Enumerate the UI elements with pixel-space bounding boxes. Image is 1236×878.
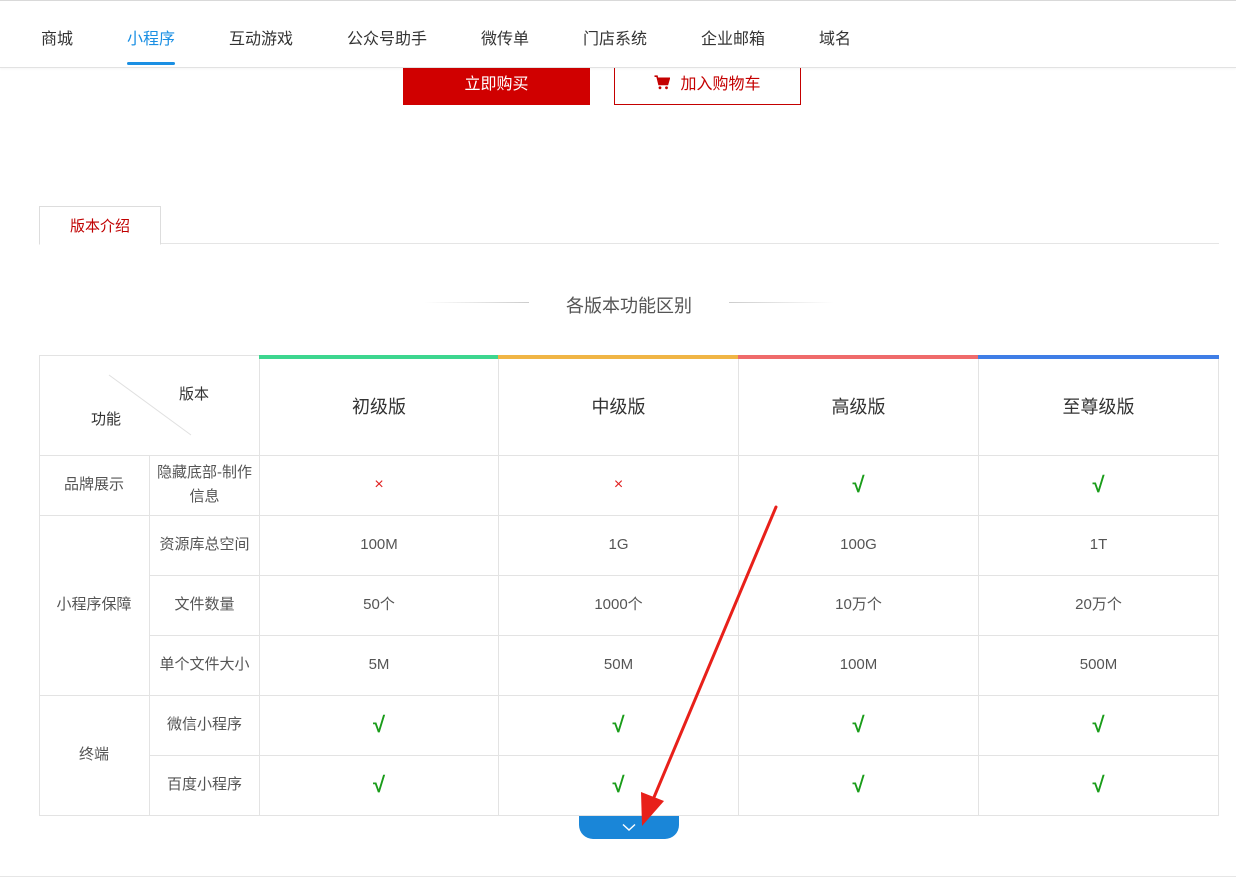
tab-divider: [39, 243, 1219, 244]
tab-version-intro[interactable]: 版本介绍: [39, 206, 161, 245]
feature-label-file-size: 单个文件大小: [159, 656, 250, 673]
top-nav: 商城 小程序 互动游戏 公众号助手 微传单 门店系统 企业邮箱 域名: [0, 0, 1236, 68]
title-decoration-right: [729, 302, 834, 303]
table-cell-value: 10万个: [835, 596, 882, 613]
expand-table-button[interactable]: [579, 816, 679, 839]
nav-item-store-system[interactable]: 门店系统: [583, 25, 647, 49]
nav-item-mall[interactable]: 商城: [41, 25, 73, 49]
nav-item-enterprise-email[interactable]: 企业邮箱: [701, 25, 765, 49]
group-label-brand: 品牌展示: [63, 476, 124, 493]
active-nav-indicator: [127, 62, 175, 65]
nav-item-micro-flyer[interactable]: 微传单: [481, 25, 529, 49]
check-icon: √: [1092, 712, 1105, 737]
add-to-cart-label: 加入购物车: [680, 76, 761, 93]
table-cell-value: 500M: [1079, 656, 1118, 673]
table-cell-value: 1000个: [594, 596, 643, 613]
version-header-advanced: 高级版: [831, 397, 886, 417]
check-icon: √: [372, 712, 386, 737]
chevron-down-icon: [622, 823, 636, 831]
check-icon: √: [852, 712, 865, 737]
table-cell-value: 5M: [368, 656, 390, 673]
cross-icon: ×: [613, 476, 624, 493]
group-label-terminal: 终端: [78, 746, 109, 763]
header-version-label: 版本: [179, 386, 210, 403]
section-title: 各版本功能区别: [566, 296, 692, 316]
table-cell-value: 1G: [608, 536, 629, 553]
table-cell-value: 100M: [839, 656, 878, 673]
check-icon: √: [612, 772, 625, 797]
check-icon: √: [612, 712, 625, 737]
table-border-top: [39, 355, 260, 356]
cross-icon: ×: [374, 476, 384, 493]
header-feature-label: 功能: [91, 411, 122, 428]
check-icon: √: [1092, 772, 1105, 797]
version-header-intermediate: 中级版: [591, 397, 646, 417]
version-header-basic: 初级版: [352, 397, 406, 417]
table-cell-value: 50M: [603, 656, 634, 673]
version-header-supreme: 至尊级版: [1062, 397, 1135, 417]
title-decoration-left: [424, 302, 529, 303]
table-cell-value: 50个: [363, 596, 395, 613]
nav-item-mini-program[interactable]: 小程序: [127, 25, 175, 49]
feature-label-baidu-mini-program: 百度小程序: [166, 776, 242, 793]
check-icon: √: [372, 772, 386, 797]
feature-label-file-count: 文件数量: [174, 596, 235, 613]
page-divider: [0, 876, 1236, 877]
check-icon: √: [852, 772, 865, 797]
table-cell-value: 100G: [840, 536, 877, 553]
feature-label-storage: 资源库总空间: [159, 536, 250, 553]
group-label-guarantee: 小程序保障: [56, 596, 132, 613]
feature-label-wechat-mini-program: 微信小程序: [166, 716, 242, 733]
nav-item-domain[interactable]: 域名: [819, 25, 851, 49]
table-cell-value: 100M: [360, 536, 398, 553]
check-icon: √: [1092, 472, 1105, 497]
shopping-cart-icon: [654, 74, 671, 89]
header-diagonal-line: [108, 374, 192, 436]
check-icon: √: [852, 472, 865, 497]
nav-item-official-account-assistant[interactable]: 公众号助手: [347, 25, 427, 49]
table-cell-value: 20万个: [1075, 596, 1122, 613]
table-cell-value: 1T: [1089, 536, 1108, 553]
nav-item-interactive-games[interactable]: 互动游戏: [229, 25, 293, 49]
feature-label-hide-footer: 隐藏底部-制作信息: [157, 464, 252, 505]
